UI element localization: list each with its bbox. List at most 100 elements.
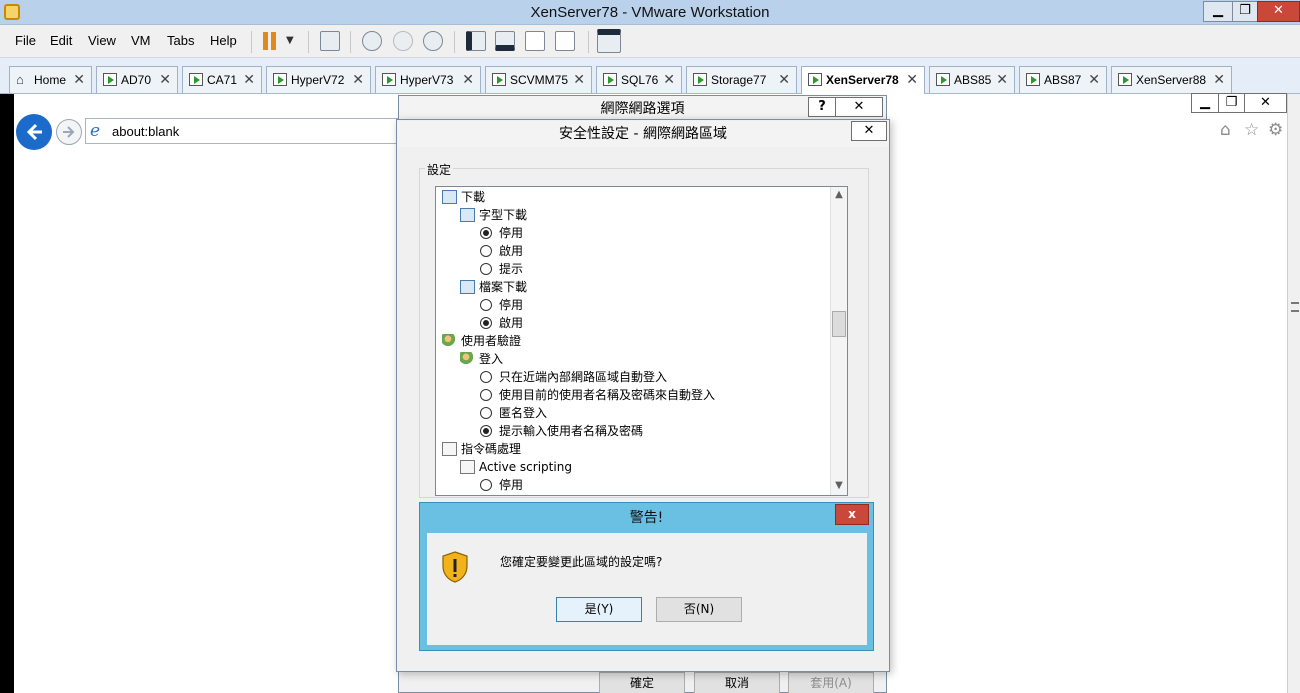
vm-icon [808, 73, 822, 86]
tree-label: 使用者驗證 [461, 334, 522, 348]
send-keys-icon[interactable] [320, 31, 340, 51]
restore-button[interactable]: ❐ [1232, 1, 1258, 22]
menu-view[interactable]: View [88, 33, 116, 48]
apply-button[interactable]: 套用(A) [788, 672, 874, 693]
radio-unchecked-icon [480, 245, 492, 257]
toolbar-separator [308, 31, 309, 53]
tab-label: XenServer88 [1136, 73, 1207, 87]
ok-button[interactable]: 確定 [599, 672, 685, 693]
vm-icon [273, 73, 287, 86]
internet-options-close-button[interactable]: ✕ [835, 97, 883, 117]
tab-ad70[interactable]: AD70 ✕ [96, 66, 178, 93]
tree-label: 啟用 [499, 244, 524, 258]
minimize-button[interactable]: ▁ [1203, 1, 1233, 22]
tab-label: HyperV72 [291, 73, 345, 87]
close-icon[interactable]: ✕ [243, 71, 255, 88]
close-button[interactable]: ✕ [1257, 1, 1300, 22]
close-icon[interactable]: ✕ [73, 71, 85, 88]
chevron-down-icon[interactable]: ▼ [831, 478, 847, 494]
tab-abs87[interactable]: ABS87 ✕ [1019, 66, 1107, 93]
home-icon[interactable]: ⌂ [1220, 120, 1231, 140]
back-button[interactable] [16, 114, 52, 150]
unity-icon[interactable] [555, 31, 575, 51]
tree-label: 停用 [499, 226, 524, 240]
vm-icon [103, 73, 117, 86]
no-button[interactable]: 否(N) [656, 597, 742, 622]
tree-label: 啟用 [499, 316, 524, 330]
chevron-up-icon[interactable]: ▲ [831, 187, 847, 203]
guest-minimize-button[interactable]: ▁ [1191, 93, 1219, 113]
warning-message: 您確定要變更此區域的設定嗎? [500, 555, 663, 569]
vertical-scrollbar[interactable]: ▲ ▼ [830, 187, 847, 495]
yes-button[interactable]: 是(Y) [556, 597, 642, 622]
full-screen-icon[interactable] [525, 31, 545, 51]
warning-body: 您確定要變更此區域的設定嗎? 是(Y) 否(N) [427, 533, 867, 645]
security-close-button[interactable]: ✕ [851, 121, 887, 141]
warning-close-button[interactable]: x [835, 504, 869, 525]
vm-icon [1026, 73, 1040, 86]
pause-icon[interactable] [262, 32, 278, 50]
script-settings-icon [442, 442, 457, 456]
tab-label: XenServer78 [826, 73, 899, 87]
user-authentication-icon [460, 352, 475, 366]
chevron-down-icon[interactable]: ▼ [286, 35, 294, 46]
tab-label: CA71 [207, 73, 238, 87]
menu-tabs[interactable]: Tabs [167, 33, 194, 48]
close-icon[interactable]: ✕ [906, 71, 918, 88]
grip-icon[interactable] [1291, 302, 1299, 312]
script-settings-icon [460, 460, 475, 474]
vm-icon [603, 73, 617, 86]
tab-sql76[interactable]: SQL76 ✕ [596, 66, 682, 93]
close-icon[interactable]: ✕ [573, 71, 585, 88]
menu-file[interactable]: File [15, 33, 36, 48]
settings-tree[interactable]: 下載 字型下載 停用 啟用 提示 檔案下載 停用 啟用 使用者驗證 登入 只在近端內部網路區域自動登… [435, 186, 848, 496]
guest-close-button[interactable]: ✕ [1244, 93, 1287, 113]
close-icon[interactable]: ✕ [663, 71, 675, 88]
snapshot-manager-icon[interactable] [423, 31, 443, 51]
console-view-icon[interactable] [597, 29, 621, 53]
close-icon[interactable]: ✕ [159, 71, 171, 88]
tab-scvmm75[interactable]: SCVMM75 ✕ [485, 66, 592, 93]
cancel-button[interactable]: 取消 [694, 672, 780, 693]
menu-vm[interactable]: VM [131, 33, 151, 48]
tree-label: 提示輸入使用者名稱及密碼 [499, 424, 644, 438]
close-icon[interactable]: ✕ [996, 71, 1008, 88]
close-icon[interactable]: ✕ [1213, 71, 1225, 88]
library-icon[interactable] [466, 31, 486, 51]
arrow-right-icon [63, 126, 75, 138]
close-icon[interactable]: ✕ [778, 71, 790, 88]
tab-label: HyperV73 [400, 73, 454, 87]
tab-ca71[interactable]: CA71 ✕ [182, 66, 262, 93]
forward-button[interactable] [56, 119, 82, 145]
tab-storage77[interactable]: Storage77 ✕ [686, 66, 797, 93]
shield-warning-icon [442, 551, 468, 583]
thumbnail-bar-icon[interactable] [495, 31, 515, 51]
tab-label: Storage77 [711, 73, 767, 87]
revert-snapshot-icon[interactable] [393, 31, 413, 51]
tab-hyperv73[interactable]: HyperV73 ✕ [375, 66, 481, 93]
menu-edit[interactable]: Edit [50, 33, 72, 48]
close-icon[interactable]: ✕ [352, 71, 364, 88]
address-bar[interactable]: e about:blank [85, 118, 400, 144]
snapshot-icon[interactable] [362, 31, 382, 51]
radio-checked-icon [480, 317, 492, 329]
tab-home[interactable]: ⌂ Home ✕ [9, 66, 92, 93]
gear-icon[interactable]: ⚙ [1268, 120, 1283, 140]
scrollbar-thumb[interactable] [832, 311, 846, 337]
tab-xenserver88[interactable]: XenServer88 ✕ [1111, 66, 1232, 93]
download-settings-icon [460, 208, 475, 222]
tab-xenserver78[interactable]: XenServer78 ✕ [801, 66, 925, 94]
download-settings-icon [460, 280, 475, 294]
tab-abs85[interactable]: ABS85 ✕ [929, 66, 1015, 93]
close-icon[interactable]: ✕ [1088, 71, 1100, 88]
tree-label: 停用 [499, 478, 524, 492]
vm-icon [693, 73, 707, 86]
tree-label: 停用 [499, 298, 524, 312]
favorites-star-icon[interactable]: ☆ [1244, 120, 1259, 140]
guest-restore-button[interactable]: ❐ [1218, 93, 1245, 113]
help-button[interactable]: ? [808, 97, 836, 117]
tab-hyperv72[interactable]: HyperV72 ✕ [266, 66, 371, 93]
menu-help[interactable]: Help [210, 33, 237, 48]
close-icon[interactable]: ✕ [462, 71, 474, 88]
tree-label: Active scripting [479, 460, 572, 474]
